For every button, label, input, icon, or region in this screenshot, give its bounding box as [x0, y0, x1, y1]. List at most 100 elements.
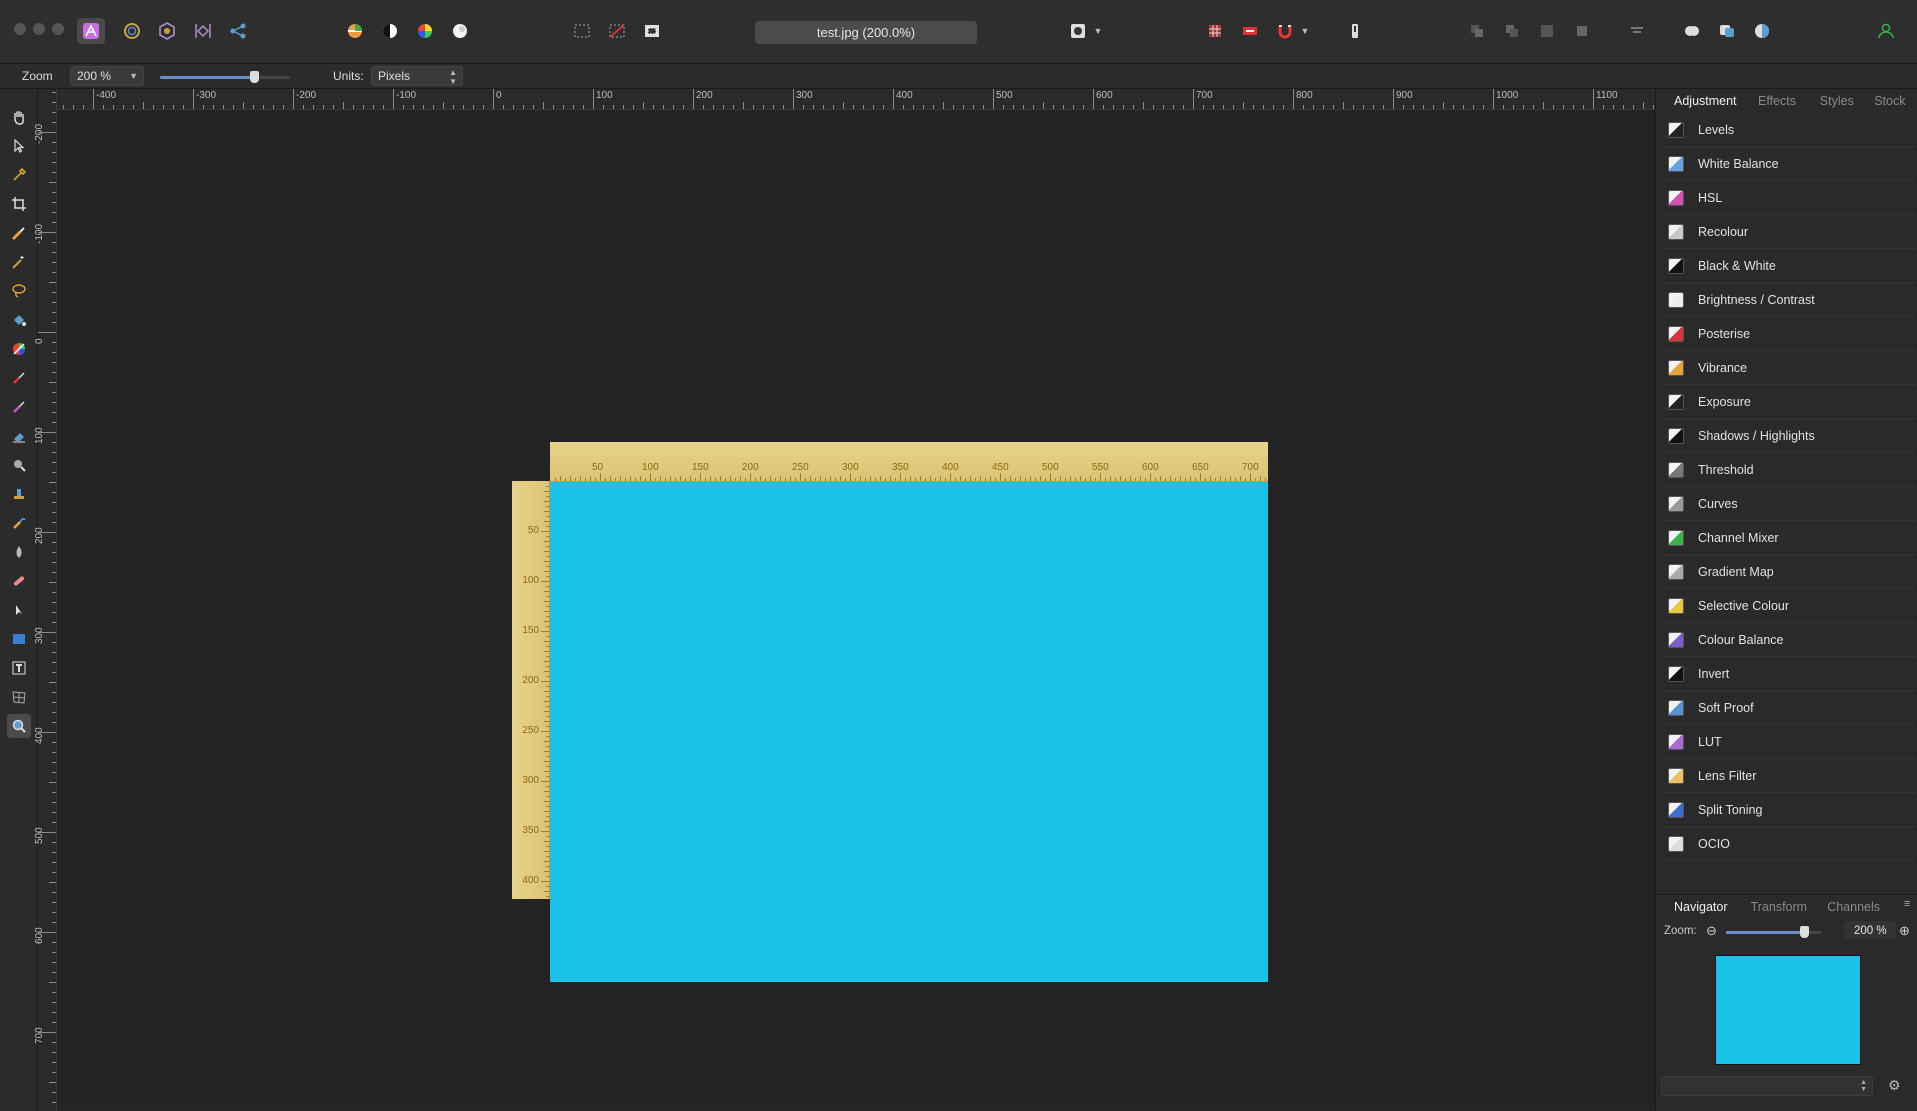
pen-tool[interactable]: [7, 598, 31, 622]
adjustment-item-gradient-map[interactable]: Gradient Map: [1660, 555, 1914, 589]
tab-adjustment[interactable]: Adjustment: [1674, 94, 1737, 108]
adjustment-item-brightness-contrast[interactable]: Brightness / Contrast: [1660, 283, 1914, 317]
invert-selection-button[interactable]: [638, 18, 666, 44]
arrange-backward-button[interactable]: [1498, 18, 1526, 44]
adjustment-item-hsl[interactable]: HSL: [1660, 181, 1914, 215]
adjustment-item-vibrance[interactable]: Vibrance: [1660, 351, 1914, 385]
navigator-zoom-slider[interactable]: [1726, 926, 1821, 938]
document-title[interactable]: test.jpg (200.0%): [755, 21, 977, 44]
tab-stock[interactable]: Stock: [1874, 94, 1905, 108]
tab-transform[interactable]: Transform: [1751, 900, 1808, 914]
zoom-slider[interactable]: [160, 71, 290, 83]
dodge-brush-tool[interactable]: [7, 453, 31, 477]
gear-icon[interactable]: ⚙: [1888, 1077, 1901, 1094]
auto-white-balance-button[interactable]: [446, 18, 474, 44]
liquify-persona-button[interactable]: [118, 18, 146, 44]
adjustment-item-threshold[interactable]: Threshold: [1660, 453, 1914, 487]
adjustment-item-exposure[interactable]: Exposure: [1660, 385, 1914, 419]
selection-brush-tool[interactable]: [7, 221, 31, 245]
adjustment-item-levels[interactable]: Levels: [1660, 113, 1914, 147]
horizontal-ruler[interactable]: -400 -300 -200 -100 0 100 200 300 400 500 600 700 80…: [57, 89, 1655, 110]
boolean-add-button[interactable]: [1678, 18, 1706, 44]
navigator-slider-thumb[interactable]: [1799, 926, 1809, 938]
paint-brush-tool[interactable]: [7, 366, 31, 390]
flood-select-tool[interactable]: [7, 250, 31, 274]
freehand-selection-tool[interactable]: [7, 279, 31, 303]
crop-tool[interactable]: [7, 192, 31, 216]
view-tool[interactable]: [7, 105, 31, 129]
snapping-button[interactable]: [1271, 18, 1299, 44]
adjustment-item-selective-colour[interactable]: Selective Colour: [1660, 589, 1914, 623]
adjustment-item-black-white[interactable]: Black & White: [1660, 249, 1914, 283]
adjustment-item-white-balance[interactable]: White Balance: [1660, 147, 1914, 181]
develop-persona-button[interactable]: [153, 18, 181, 44]
tab-effects[interactable]: Effects: [1758, 94, 1796, 108]
undo-brush-tool[interactable]: [7, 511, 31, 535]
adjustment-item-posterise[interactable]: Posterise: [1660, 317, 1914, 351]
navigator-preview[interactable]: [1715, 955, 1861, 1065]
blur-brush-tool[interactable]: [7, 540, 31, 564]
arrange-front-button[interactable]: [1568, 18, 1596, 44]
document-image[interactable]: [550, 482, 1268, 982]
zoom-tool[interactable]: [7, 714, 31, 738]
close-window-button[interactable]: [14, 23, 26, 35]
vertical-ruler[interactable]: -200 -100 0 100 200 300 400 500 600 700: [34, 89, 57, 1111]
clone-brush-tool[interactable]: [7, 482, 31, 506]
navigator-view-select[interactable]: ▲ ▼: [1661, 1076, 1873, 1096]
units-select[interactable]: Pixels ▲ ▼: [371, 66, 463, 86]
adjustment-item-curves[interactable]: Curves: [1660, 487, 1914, 521]
adjustment-item-ocio[interactable]: OCIO: [1660, 827, 1914, 861]
inpainting-brush-tool[interactable]: [7, 569, 31, 593]
tab-styles[interactable]: Styles: [1820, 94, 1854, 108]
zoom-window-button[interactable]: [52, 23, 64, 35]
adjustment-item-lut[interactable]: LUT: [1660, 725, 1914, 759]
snapping-dropdown[interactable]: ▼: [1297, 18, 1313, 44]
adjustment-item-soft-proof[interactable]: Soft Proof: [1660, 691, 1914, 725]
boolean-subtract-button[interactable]: [1713, 18, 1741, 44]
boolean-intersect-button[interactable]: [1748, 18, 1776, 44]
quick-mask-dropdown[interactable]: ▼: [1090, 18, 1106, 44]
color-picker-tool[interactable]: [7, 163, 31, 187]
account-button[interactable]: [1872, 18, 1900, 44]
align-button[interactable]: [1623, 18, 1651, 44]
measure-ruler-vertical[interactable]: 50 100 150 200 250 300 350 400: [512, 481, 550, 899]
auto-levels-button[interactable]: [341, 18, 369, 44]
adjustment-item-recolour[interactable]: Recolour: [1660, 215, 1914, 249]
canvas-area[interactable]: 50 100 150 200 250 300 350 400 450 500 550 600 650 70…: [57, 110, 1655, 1106]
arrange-forward-button[interactable]: [1533, 18, 1561, 44]
move-tool[interactable]: [7, 134, 31, 158]
adjustment-item-lens-filter[interactable]: Lens Filter: [1660, 759, 1914, 793]
tab-navigator[interactable]: Navigator: [1674, 900, 1728, 914]
erase-brush-tool[interactable]: [7, 424, 31, 448]
artistic-text-tool[interactable]: [7, 656, 31, 680]
panel-menu-icon[interactable]: ≡: [1904, 898, 1910, 910]
photo-persona-button[interactable]: [77, 18, 105, 44]
zoom-slider-thumb[interactable]: [249, 71, 259, 83]
force-pixel-alignment-button[interactable]: [1236, 18, 1264, 44]
colour-replacement-tool[interactable]: [7, 395, 31, 419]
zoom-in-icon[interactable]: ⊕: [1899, 923, 1910, 939]
zoom-out-icon[interactable]: ⊖: [1706, 923, 1717, 939]
rectangle-tool[interactable]: [7, 627, 31, 651]
snapping-grid-button[interactable]: [1201, 18, 1229, 44]
minimize-window-button[interactable]: [33, 23, 45, 35]
adjustment-item-invert[interactable]: Invert: [1660, 657, 1914, 691]
zoom-select[interactable]: 200 % ▼: [70, 66, 144, 86]
select-all-button[interactable]: [568, 18, 596, 44]
auto-colours-button[interactable]: [411, 18, 439, 44]
export-persona-button[interactable]: [224, 18, 252, 44]
gradient-tool[interactable]: [7, 337, 31, 361]
tone-mapping-persona-button[interactable]: [189, 18, 217, 44]
arrange-back-button[interactable]: [1463, 18, 1491, 44]
adjustment-item-channel-mixer[interactable]: Channel Mixer: [1660, 521, 1914, 555]
mesh-warp-tool[interactable]: [7, 685, 31, 709]
deselect-button[interactable]: [603, 18, 631, 44]
quick-mask-button[interactable]: [1064, 18, 1092, 44]
measure-ruler-horizontal[interactable]: 50 100 150 200 250 300 350 400 450 500 550 600 650 70…: [550, 442, 1268, 482]
auto-contrast-button[interactable]: [376, 18, 404, 44]
tab-channels[interactable]: Channels: [1827, 900, 1880, 914]
adjustment-item-split-toning[interactable]: Split Toning: [1660, 793, 1914, 827]
adjustment-item-shadows-highlights[interactable]: Shadows / Highlights: [1660, 419, 1914, 453]
flood-fill-tool[interactable]: [7, 308, 31, 332]
adjustment-item-colour-balance[interactable]: Colour Balance: [1660, 623, 1914, 657]
